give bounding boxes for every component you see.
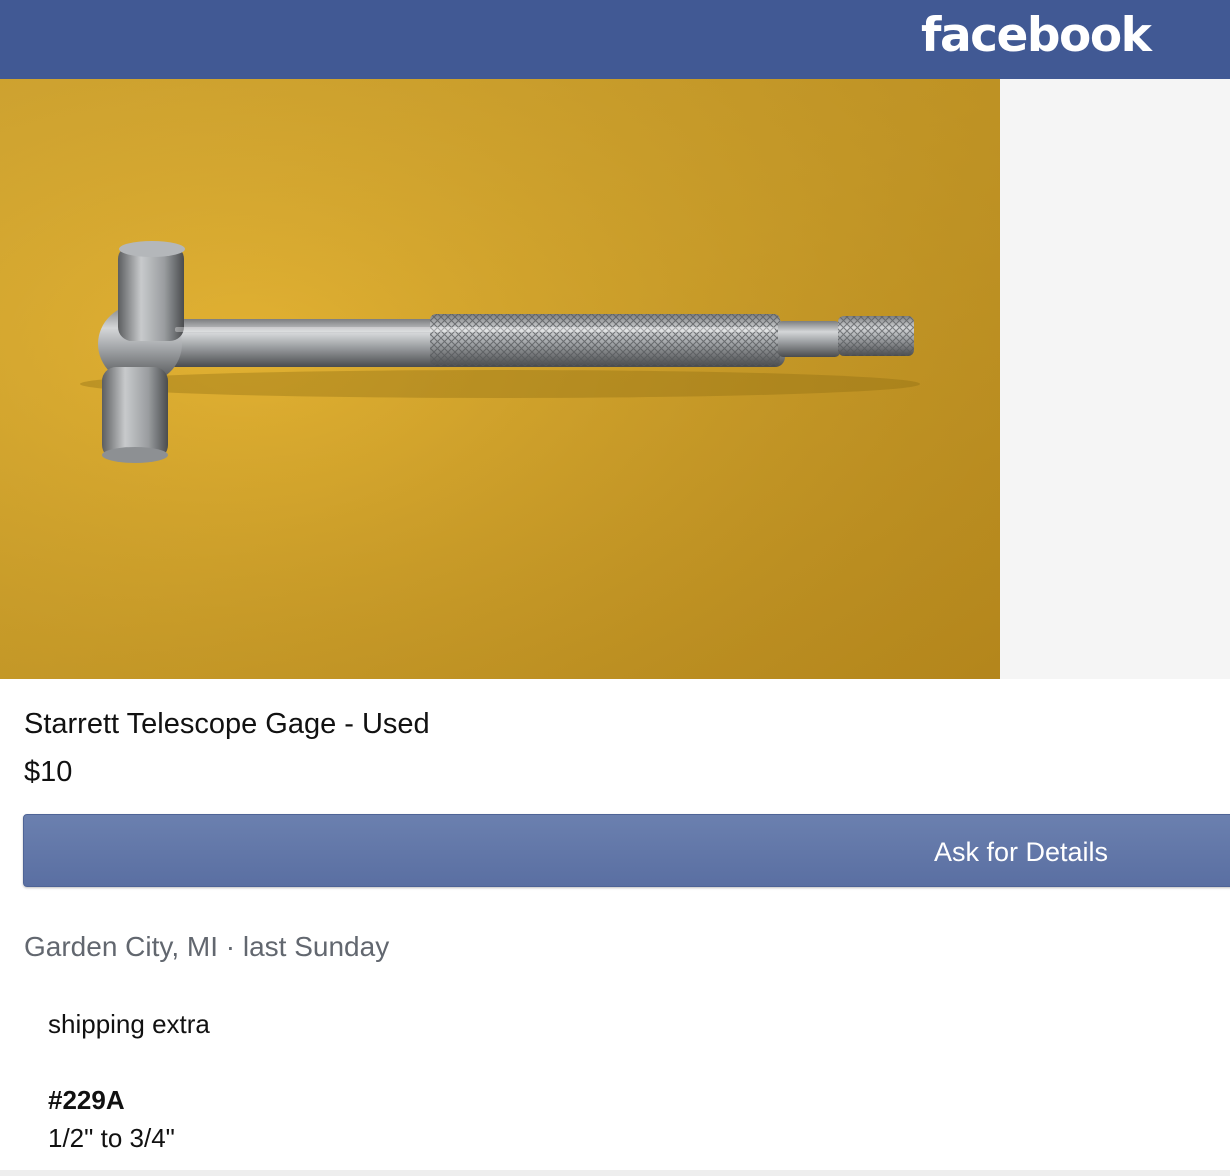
description-line-range: 1/2" to 3/4": [48, 1123, 175, 1153]
top-bar: facebook: [0, 0, 1230, 79]
listing-meta: Garden City, MI · last Sunday: [24, 928, 389, 966]
meta-separator: ·: [217, 931, 243, 962]
listing-photo[interactable]: [0, 79, 1000, 679]
description-line-shipping: shipping extra: [48, 1009, 210, 1039]
ask-for-details-label[interactable]: Ask for Details: [934, 836, 1108, 868]
bottom-divider: [0, 1170, 1230, 1176]
description-line-part-number: #229A: [48, 1085, 125, 1115]
facebook-logo[interactable]: facebook: [921, 6, 1152, 66]
location-text: Garden City, MI: [24, 931, 218, 962]
listing-description: shipping extra #229A 1/2" to 3/4": [48, 1005, 210, 1157]
listing-price: $10: [24, 756, 73, 788]
photo-area: [0, 79, 1230, 679]
listing-title: Starrett Telescope Gage - Used: [24, 708, 430, 740]
posted-time: last Sunday: [242, 931, 390, 962]
